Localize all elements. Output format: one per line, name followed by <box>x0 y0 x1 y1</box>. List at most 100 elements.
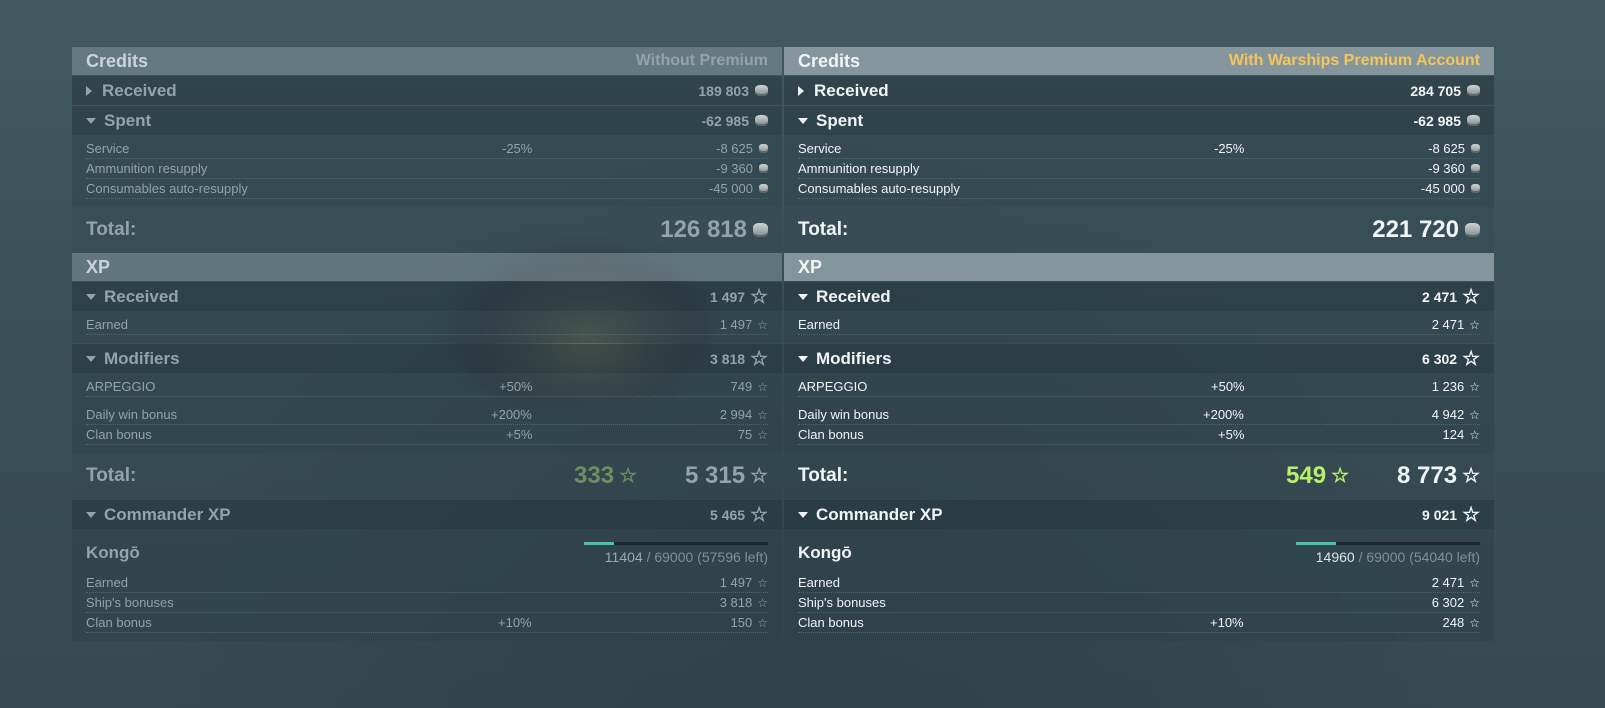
xp-star-icon: ☆ <box>757 407 768 422</box>
credit-coin-icon <box>755 115 768 126</box>
xp-total-value: 5 315 <box>685 462 746 489</box>
ship-row: Kongō 11404 / 69000 (57596 left) <box>72 533 782 573</box>
xp-star-icon: ☆ <box>1469 595 1480 610</box>
collapse-arrow-icon[interactable] <box>86 117 96 124</box>
xp-star-icon: ☆ <box>1469 407 1480 422</box>
expand-arrow-icon[interactable] <box>86 85 92 96</box>
modifier-item-clan-bonus: Clan bonus +5% 75 ☆ <box>86 425 768 445</box>
xp-star-icon: ☆ <box>750 347 768 370</box>
credit-coin-icon <box>1471 144 1480 153</box>
collapse-arrow-icon[interactable] <box>798 293 808 300</box>
panel-without-premium: Credits Without Premium Received 189 803… <box>72 47 782 641</box>
commander-item-earned: Earned 1 497 ☆ <box>86 573 768 593</box>
credits-spent-row[interactable]: Spent -62 985 <box>72 106 782 135</box>
credits-title: Credits <box>86 50 149 71</box>
received-value: 284 705 <box>1410 82 1461 99</box>
xp-star-icon: ☆ <box>1462 347 1480 370</box>
credit-coin-icon <box>1471 184 1480 193</box>
progress-fill <box>584 541 615 545</box>
credits-total-value: 126 818 <box>660 216 747 243</box>
xp-star-icon: ☆ <box>757 595 768 610</box>
credits-total-row: Total: 126 818 <box>72 207 782 253</box>
ship-xp-progress: 14960 / 69000 (54040 left) <box>1296 541 1480 565</box>
credits-received-row[interactable]: Received 284 705 <box>784 76 1494 105</box>
spent-item-service: Service -25% -8 625 <box>86 139 768 159</box>
received-label: Received <box>102 80 177 100</box>
xp-star-icon: ☆ <box>750 465 768 487</box>
credit-coin-icon <box>759 164 768 173</box>
credit-coin-icon <box>753 223 768 237</box>
credits-received-row[interactable]: Received 189 803 <box>72 76 782 105</box>
xp-star-icon: ☆ <box>1469 427 1480 442</box>
account-type-label: Without Premium <box>635 52 768 69</box>
credits-total-value: 221 720 <box>1372 216 1459 243</box>
free-xp-value: 333 <box>574 462 615 489</box>
modifier-item-arpeggio: ARPEGGIO +50% 749 ☆ <box>86 377 768 397</box>
panel-with-premium: Credits With Warships Premium Account Re… <box>784 47 1494 641</box>
progress-fill <box>1296 541 1336 545</box>
commander-xp-row[interactable]: Commander XP 9 021 ☆ <box>784 500 1494 529</box>
commander-item-earned: Earned 2 471 ☆ <box>798 573 1480 593</box>
xp-item-earned: Earned 1 497 ☆ <box>86 315 768 335</box>
commander-item-ship-bonuses: Ship's bonuses 3 818 ☆ <box>86 593 768 613</box>
account-type-label: With Warships Premium Account <box>1228 52 1480 69</box>
credits-title: Credits <box>798 50 861 71</box>
credit-coin-icon <box>1465 223 1480 237</box>
spent-value: -62 985 <box>701 112 749 129</box>
commander-item-clan-bonus: Clan bonus +10% 248 ☆ <box>798 613 1480 633</box>
credit-coin-icon <box>1467 85 1480 96</box>
modifiers-row[interactable]: Modifiers 6 302 ☆ <box>784 344 1494 373</box>
expand-arrow-icon[interactable] <box>798 85 804 96</box>
modifier-item-daily-win: Daily win bonus +200% 2 994 ☆ <box>86 405 768 425</box>
spent-item-ammunition: Ammunition resupply -9 360 <box>798 159 1480 179</box>
collapse-arrow-icon[interactable] <box>798 117 808 124</box>
credit-coin-icon <box>759 144 768 153</box>
xp-item-earned: Earned 2 471 ☆ <box>798 315 1480 335</box>
spent-value: -62 985 <box>1413 112 1461 129</box>
xp-title: XP <box>798 256 823 277</box>
xp-star-icon: ☆ <box>1462 503 1480 526</box>
commander-xp-breakdown: Kongō 11404 / 69000 (57596 left) Earned … <box>72 529 782 641</box>
xp-received-row[interactable]: Received 2 471 ☆ <box>784 282 1494 311</box>
xp-star-icon: ☆ <box>757 317 768 332</box>
credit-coin-icon <box>1471 164 1480 173</box>
xp-received-breakdown: Earned 2 471 ☆ <box>784 311 1494 343</box>
modifier-item-clan-bonus: Clan bonus +5% 124 ☆ <box>798 425 1480 445</box>
xp-star-icon: ☆ <box>1469 615 1480 630</box>
credit-coin-icon <box>759 184 768 193</box>
spent-item-consumables: Consumables auto-resupply -45 000 <box>86 179 768 199</box>
xp-star-icon: ☆ <box>750 503 768 526</box>
credits-total-row: Total: 221 720 <box>784 207 1494 253</box>
xp-star-icon: ☆ <box>757 427 768 442</box>
free-xp-value: 549 <box>1286 462 1327 489</box>
xp-star-icon: ☆ <box>1469 379 1480 394</box>
commander-xp-breakdown: Kongō 14960 / 69000 (54040 left) Earned … <box>784 529 1494 641</box>
commander-xp-row[interactable]: Commander XP 5 465 ☆ <box>72 500 782 529</box>
received-value: 189 803 <box>698 82 749 99</box>
received-label: Received <box>814 80 889 100</box>
collapse-arrow-icon[interactable] <box>86 511 96 518</box>
xp-title: XP <box>86 256 111 277</box>
modifier-item-daily-win: Daily win bonus +200% 4 942 ☆ <box>798 405 1480 425</box>
credit-coin-icon <box>1467 115 1480 126</box>
progress-bar <box>1296 541 1480 545</box>
spent-label: Spent <box>816 110 864 130</box>
ship-name: Kongō <box>798 543 852 562</box>
credits-spent-row[interactable]: Spent -62 985 <box>784 106 1494 135</box>
xp-header: XP <box>784 253 1494 281</box>
modifiers-row[interactable]: Modifiers 3 818 ☆ <box>72 344 782 373</box>
xp-star-icon: ☆ <box>757 575 768 590</box>
spent-breakdown: Service -25% -8 625 Ammunition resupply … <box>72 135 782 207</box>
collapse-arrow-icon[interactable] <box>798 355 808 362</box>
commander-item-ship-bonuses: Ship's bonuses 6 302 ☆ <box>798 593 1480 613</box>
xp-received-row[interactable]: Received 1 497 ☆ <box>72 282 782 311</box>
commander-item-clan-bonus: Clan bonus +10% 150 ☆ <box>86 613 768 633</box>
xp-star-icon: ☆ <box>1469 317 1480 332</box>
collapse-arrow-icon[interactable] <box>86 293 96 300</box>
collapse-arrow-icon[interactable] <box>86 355 96 362</box>
xp-header: XP <box>72 253 782 281</box>
ship-row: Kongō 14960 / 69000 (54040 left) <box>784 533 1494 573</box>
ship-name: Kongō <box>86 543 140 562</box>
credits-header: Credits Without Premium <box>72 47 782 75</box>
collapse-arrow-icon[interactable] <box>798 511 808 518</box>
